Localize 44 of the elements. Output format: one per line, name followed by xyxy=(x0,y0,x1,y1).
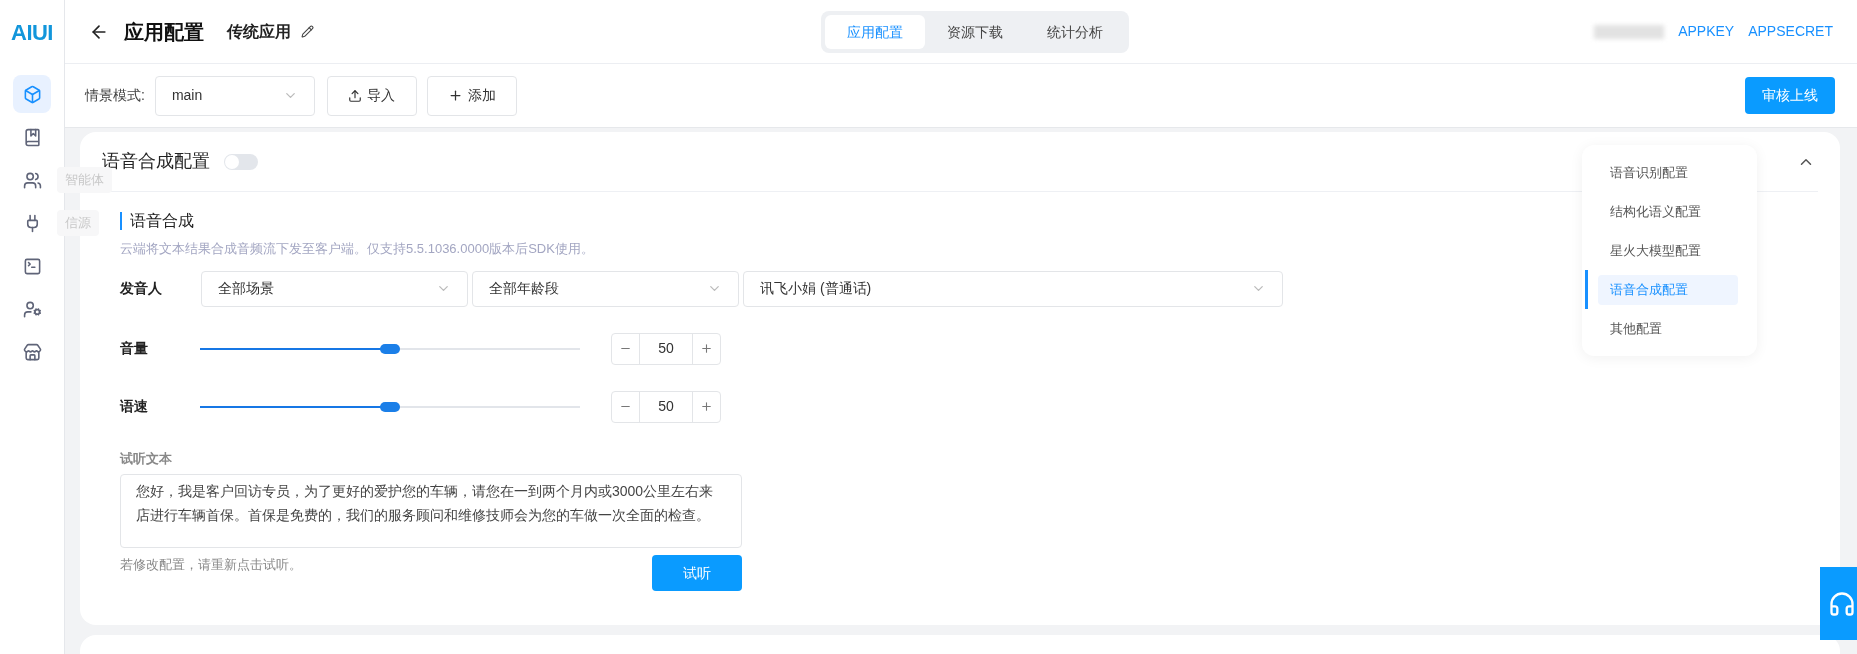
number-value[interactable]: 50 xyxy=(640,333,692,364)
upload-icon xyxy=(348,88,363,103)
support-button[interactable] xyxy=(1820,567,1857,640)
page-title: 应用配置 xyxy=(124,19,204,45)
description: 云端将文本结果合成音频流下发至客户端。仅支持5.5.1036.0000版本后SDK使用。 xyxy=(120,240,595,258)
terminal-icon xyxy=(22,256,42,276)
nav-item[interactable]: 语音识别配置 xyxy=(1598,157,1738,188)
field-label: 音量 xyxy=(120,339,149,358)
field-label: 试听文本 xyxy=(120,449,173,468)
slider-thumb[interactable] xyxy=(380,343,400,354)
preview-textarea[interactable]: 您好，我是客户回访专员，为了更好的爱护您的车辆，请您在一到两个月内或3000公里左右来店进行车辆首保。首保是免费的，我们的服务顾问和维修技师会为您的车做一次全面的检查。 xyxy=(120,474,742,548)
nav-item[interactable]: 结构化语义配置 xyxy=(1598,196,1738,227)
plus-icon xyxy=(447,88,463,103)
nav-item[interactable]: 其他配置 xyxy=(1598,313,1738,344)
app-name: 传统应用 xyxy=(227,21,291,42)
speaker-select[interactable]: 全部场景 xyxy=(201,270,468,307)
speaker-select[interactable]: 全部年龄段 xyxy=(472,270,739,307)
nav-item[interactable]: 星火大模型配置 xyxy=(1598,235,1738,266)
blurred-block xyxy=(1594,24,1665,39)
tab[interactable]: 统计分析 xyxy=(1025,15,1125,49)
section-title: 语音合成 xyxy=(120,212,762,230)
slider-thumb[interactable] xyxy=(380,401,400,412)
scene-select[interactable]: main xyxy=(154,75,315,116)
add-button[interactable]: 添加 xyxy=(426,75,517,116)
number-value[interactable]: 50 xyxy=(640,391,692,422)
hint-text: 若修改配置，请重新点击试听。 xyxy=(120,556,302,574)
book-icon xyxy=(22,127,42,147)
logo: AIUI xyxy=(11,22,53,44)
plus-icon xyxy=(700,342,713,355)
store-icon xyxy=(22,342,42,362)
user-gear-icon xyxy=(22,299,42,319)
tab[interactable]: 资源下载 xyxy=(925,15,1025,49)
field-label: 语速 xyxy=(120,397,149,416)
plus-icon xyxy=(700,400,713,413)
import-button[interactable]: 导入 xyxy=(326,75,417,116)
speaker-select[interactable]: 讯飞小娟 (普通话) xyxy=(743,270,1283,307)
sidebar-item[interactable] xyxy=(13,75,51,113)
field-label: 情景模式: xyxy=(85,86,145,105)
toggle-switch[interactable] xyxy=(224,153,258,170)
people-icon xyxy=(22,170,42,190)
cube-icon xyxy=(22,84,42,104)
field-label: 发音人 xyxy=(120,279,163,298)
edit-icon[interactable] xyxy=(301,25,314,38)
headset-icon xyxy=(1828,589,1856,618)
